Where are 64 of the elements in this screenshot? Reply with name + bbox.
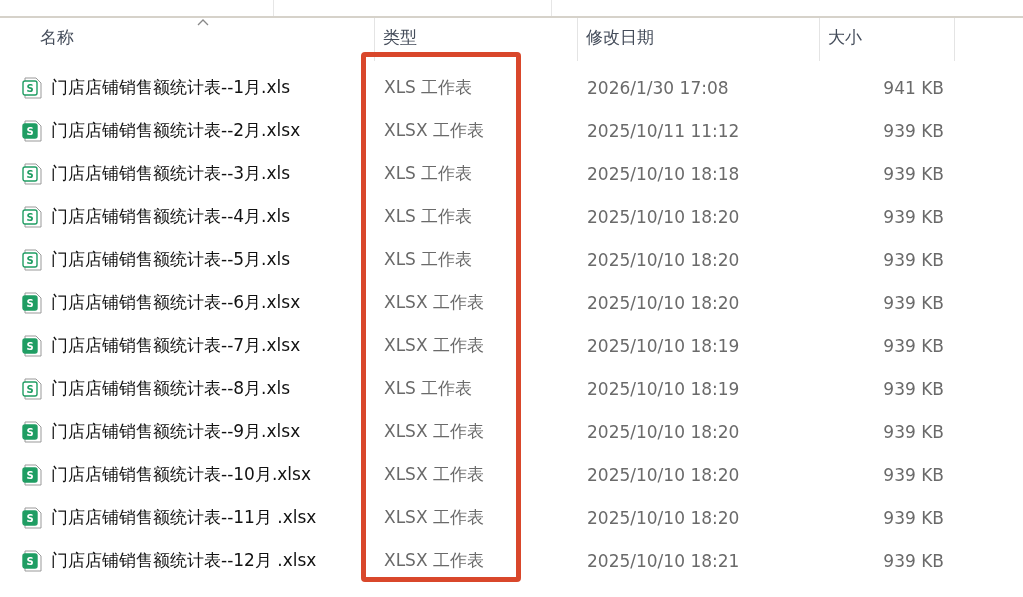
spreadsheet-file-icon: S <box>22 506 42 529</box>
file-name[interactable]: 门店店铺销售额统计表--3月.xls <box>51 162 291 185</box>
file-name[interactable]: 门店店铺销售额统计表--4月.xls <box>51 205 291 228</box>
file-size: 939 KB <box>883 507 944 528</box>
modified-date: 2025/10/10 18:20 <box>587 421 740 442</box>
file-type: XLS 工作表 <box>384 163 473 183</box>
file-name[interactable]: 门店店铺销售额统计表--9月.xlsx <box>51 420 301 443</box>
file-size: 939 KB <box>883 249 944 270</box>
file-name[interactable]: 门店店铺销售额统计表--1月.xls <box>51 76 291 99</box>
file-size: 939 KB <box>883 378 944 399</box>
file-size: 939 KB <box>883 335 944 356</box>
modified-date: 2025/10/10 18:19 <box>587 378 740 399</box>
file-type: XLS 工作表 <box>384 378 473 398</box>
file-type: XLSX 工作表 <box>384 464 484 484</box>
spreadsheet-file-icon: S <box>22 119 42 142</box>
file-size: 939 KB <box>883 292 944 313</box>
spreadsheet-file-icon: S <box>22 291 42 314</box>
file-name[interactable]: 门店店铺销售额统计表--8月.xls <box>51 377 291 400</box>
spreadsheet-file-icon: S <box>22 334 42 357</box>
file-type: XLS 工作表 <box>384 77 473 97</box>
file-size: 939 KB <box>883 206 944 227</box>
modified-date: 2025/10/10 18:20 <box>587 464 740 485</box>
file-type: XLSX 工作表 <box>384 335 484 355</box>
modified-date: 2025/10/11 11:12 <box>587 120 740 141</box>
column-header[interactable]: 名称 <box>40 27 74 47</box>
column-header[interactable]: 修改日期 <box>586 27 654 47</box>
file-size: 939 KB <box>883 421 944 442</box>
spreadsheet-file-icon: S <box>22 377 42 400</box>
spreadsheet-file-icon: S <box>22 420 42 443</box>
file-size: 941 KB <box>883 77 944 98</box>
modified-date: 2026/1/30 17:08 <box>587 77 729 98</box>
file-name[interactable]: 门店店铺销售额统计表--2月.xlsx <box>51 119 301 142</box>
spreadsheet-file-icon: S <box>22 205 42 228</box>
file-type: XLSX 工作表 <box>384 120 484 140</box>
modified-date: 2025/10/10 18:20 <box>587 507 740 528</box>
modified-date: 2025/10/10 18:20 <box>587 206 740 227</box>
file-type: XLSX 工作表 <box>384 421 484 441</box>
file-name[interactable]: 门店店铺销售额统计表--11月 .xlsx <box>51 506 317 529</box>
file-type: XLSX 工作表 <box>384 507 484 527</box>
file-size: 939 KB <box>883 464 944 485</box>
modified-date: 2025/10/10 18:20 <box>587 292 740 313</box>
modified-date: 2025/10/10 18:20 <box>587 249 740 270</box>
file-name[interactable]: 门店店铺销售额统计表--5月.xls <box>51 248 291 271</box>
spreadsheet-file-icon: S <box>22 76 42 99</box>
file-type: XLS 工作表 <box>384 249 473 269</box>
file-size: 939 KB <box>883 163 944 184</box>
file-type: XLSX 工作表 <box>384 550 484 570</box>
file-name[interactable]: 门店店铺销售额统计表--7月.xlsx <box>51 334 301 357</box>
file-size: 939 KB <box>883 550 944 571</box>
spreadsheet-file-icon: S <box>22 549 42 572</box>
file-type: XLSX 工作表 <box>384 292 484 312</box>
spreadsheet-file-icon: S <box>22 162 42 185</box>
column-header[interactable]: 类型 <box>383 27 417 47</box>
file-size: 939 KB <box>883 120 944 141</box>
column-header[interactable]: 大小 <box>828 27 862 47</box>
modified-date: 2025/10/10 18:21 <box>587 550 740 571</box>
modified-date: 2025/10/10 18:18 <box>587 163 740 184</box>
file-name[interactable]: 门店店铺销售额统计表--10月.xlsx <box>51 463 311 486</box>
file-name[interactable]: 门店店铺销售额统计表--12月 .xlsx <box>51 549 317 572</box>
spreadsheet-file-icon: S <box>22 248 42 271</box>
file-type: XLS 工作表 <box>384 206 473 226</box>
file-name[interactable]: 门店店铺销售额统计表--6月.xlsx <box>51 291 301 314</box>
spreadsheet-file-icon: S <box>22 463 42 486</box>
modified-date: 2025/10/10 18:19 <box>587 335 740 356</box>
